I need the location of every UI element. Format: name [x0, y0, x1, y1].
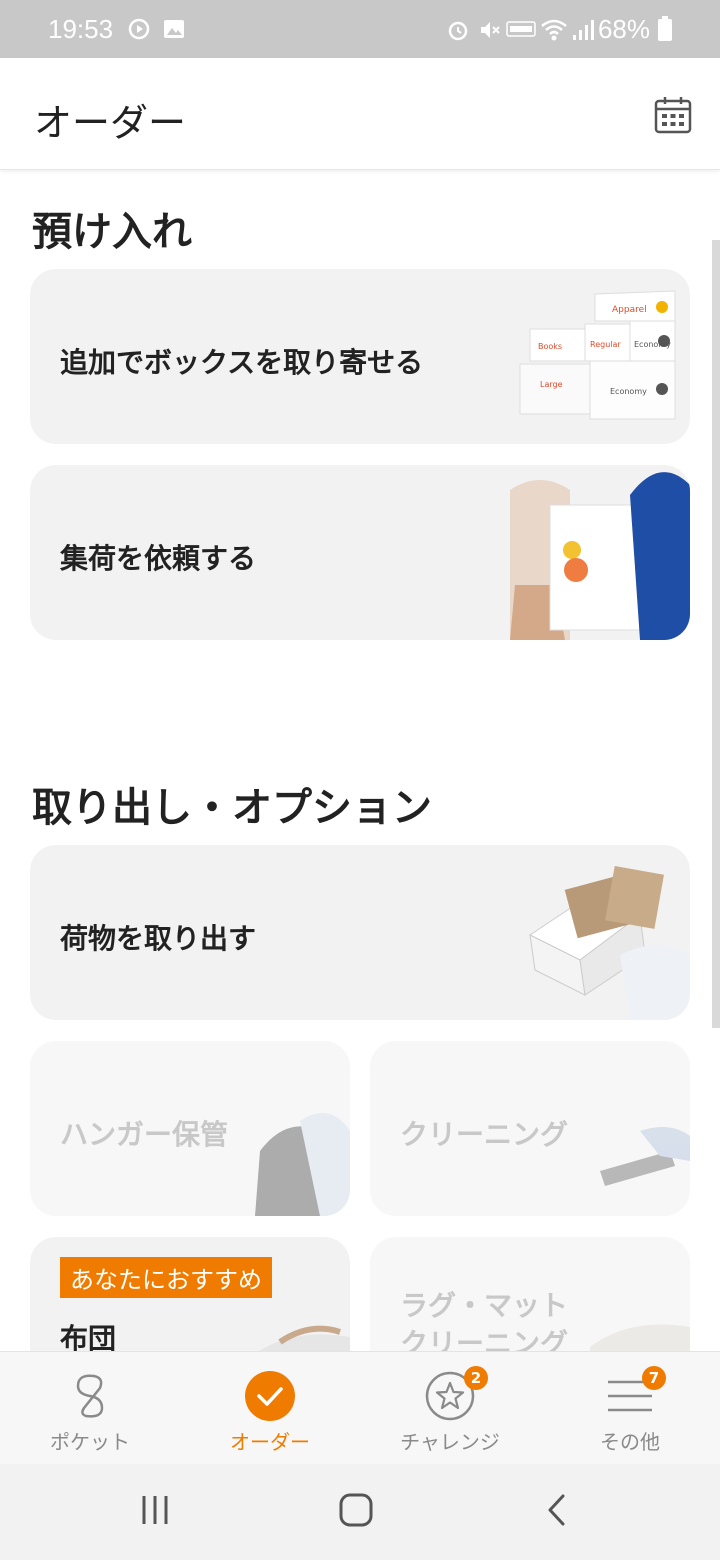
- nav-item-order[interactable]: オーダー: [180, 1352, 360, 1465]
- other-badge: 7: [642, 1366, 666, 1390]
- mute-icon: [478, 18, 502, 46]
- calendar-icon[interactable]: [654, 96, 692, 138]
- order-boxes-card[interactable]: 追加でボックスを取り寄せる Apparel Books Regular Econ…: [30, 269, 690, 444]
- card-label: クリーニング: [400, 1118, 569, 1151]
- box-text-economy-bottom: Economy: [610, 387, 647, 396]
- wifi-icon: [540, 18, 568, 46]
- nav-item-pocket[interactable]: ポケット: [0, 1352, 180, 1465]
- hanger-illustration: [255, 1113, 350, 1216]
- retrieve-illustration: [529, 866, 690, 1020]
- nav-label: オーダー: [230, 1430, 310, 1454]
- section-title-retrieve: 取り出し・オプション: [32, 785, 432, 831]
- card-label: 集荷を依頼する: [60, 542, 257, 575]
- nav-label: その他: [600, 1430, 660, 1454]
- box-text-large: Large: [540, 380, 563, 389]
- pocket-logo-icon: [76, 1374, 104, 1418]
- hanger-storage-card[interactable]: ハンガー保管: [30, 1041, 350, 1216]
- nav-item-challenge[interactable]: 2 チャレンジ: [360, 1352, 540, 1465]
- pickup-request-card[interactable]: 集荷を依頼する: [30, 465, 690, 640]
- cleaning-card[interactable]: クリーニング: [370, 1041, 690, 1216]
- card-label: 布団: [60, 1322, 117, 1351]
- battery-percent: 68%: [597, 14, 650, 44]
- nav-label: チャレンジ: [400, 1430, 500, 1454]
- check-icon: [245, 1371, 295, 1421]
- app-header: オーダー: [0, 58, 720, 170]
- pickup-illustration: [510, 472, 690, 640]
- alarm-icon: [446, 18, 470, 46]
- nav-item-other[interactable]: 7 その他: [540, 1352, 720, 1465]
- volte-icon: [506, 21, 536, 41]
- card-label-line1: ラグ・マット: [400, 1289, 569, 1322]
- status-bar: 19:53 68%: [0, 0, 720, 58]
- system-navigation-bar: [0, 1464, 720, 1560]
- signal-icon: [571, 18, 595, 46]
- gallery-icon: [163, 18, 185, 44]
- card-label: ハンガー保管: [60, 1118, 229, 1151]
- card-label-line2: クリーニング: [400, 1327, 569, 1351]
- futon-card[interactable]: あなたにおすすめ 布団: [30, 1237, 350, 1351]
- back-icon[interactable]: [545, 1492, 569, 1532]
- card-label: 追加でボックスを取り寄せる: [60, 346, 424, 379]
- scrollbar[interactable]: [712, 240, 720, 1028]
- boxes-illustration: Apparel Books Regular Economy Large Econ…: [519, 290, 676, 420]
- status-time: 19:53: [48, 14, 114, 44]
- play-icon: [128, 18, 150, 44]
- rug-cleaning-card[interactable]: ラグ・マット クリーニング: [370, 1237, 690, 1351]
- home-icon[interactable]: [338, 1492, 374, 1532]
- nav-label: ポケット: [50, 1430, 130, 1454]
- retrieve-items-card[interactable]: 荷物を取り出す: [30, 845, 690, 1020]
- rug-illustration: [590, 1324, 690, 1351]
- futon-illustration: [258, 1325, 350, 1351]
- page-title: オーダー: [34, 101, 187, 145]
- card-label: 荷物を取り出す: [60, 922, 257, 955]
- box-text-economy-top: Economy: [634, 340, 671, 349]
- card-label: ラグ・マット クリーニング: [400, 1287, 568, 1351]
- section-title-deposit: 預け入れ: [32, 209, 192, 255]
- box-text-apparel: Apparel: [612, 305, 647, 315]
- challenge-badge: 2: [464, 1366, 488, 1390]
- box-text-regular: Regular: [590, 340, 621, 349]
- content-area[interactable]: 預け入れ 追加でボックスを取り寄せる Apparel Books Regular…: [0, 171, 720, 1351]
- iron-illustration: [600, 1127, 690, 1186]
- bottom-navigation: ポケット オーダー 2 チャレンジ 7 その他: [0, 1351, 720, 1464]
- recent-apps-icon[interactable]: [140, 1492, 170, 1532]
- box-text-books: Books: [538, 342, 562, 351]
- battery-icon: [657, 16, 673, 46]
